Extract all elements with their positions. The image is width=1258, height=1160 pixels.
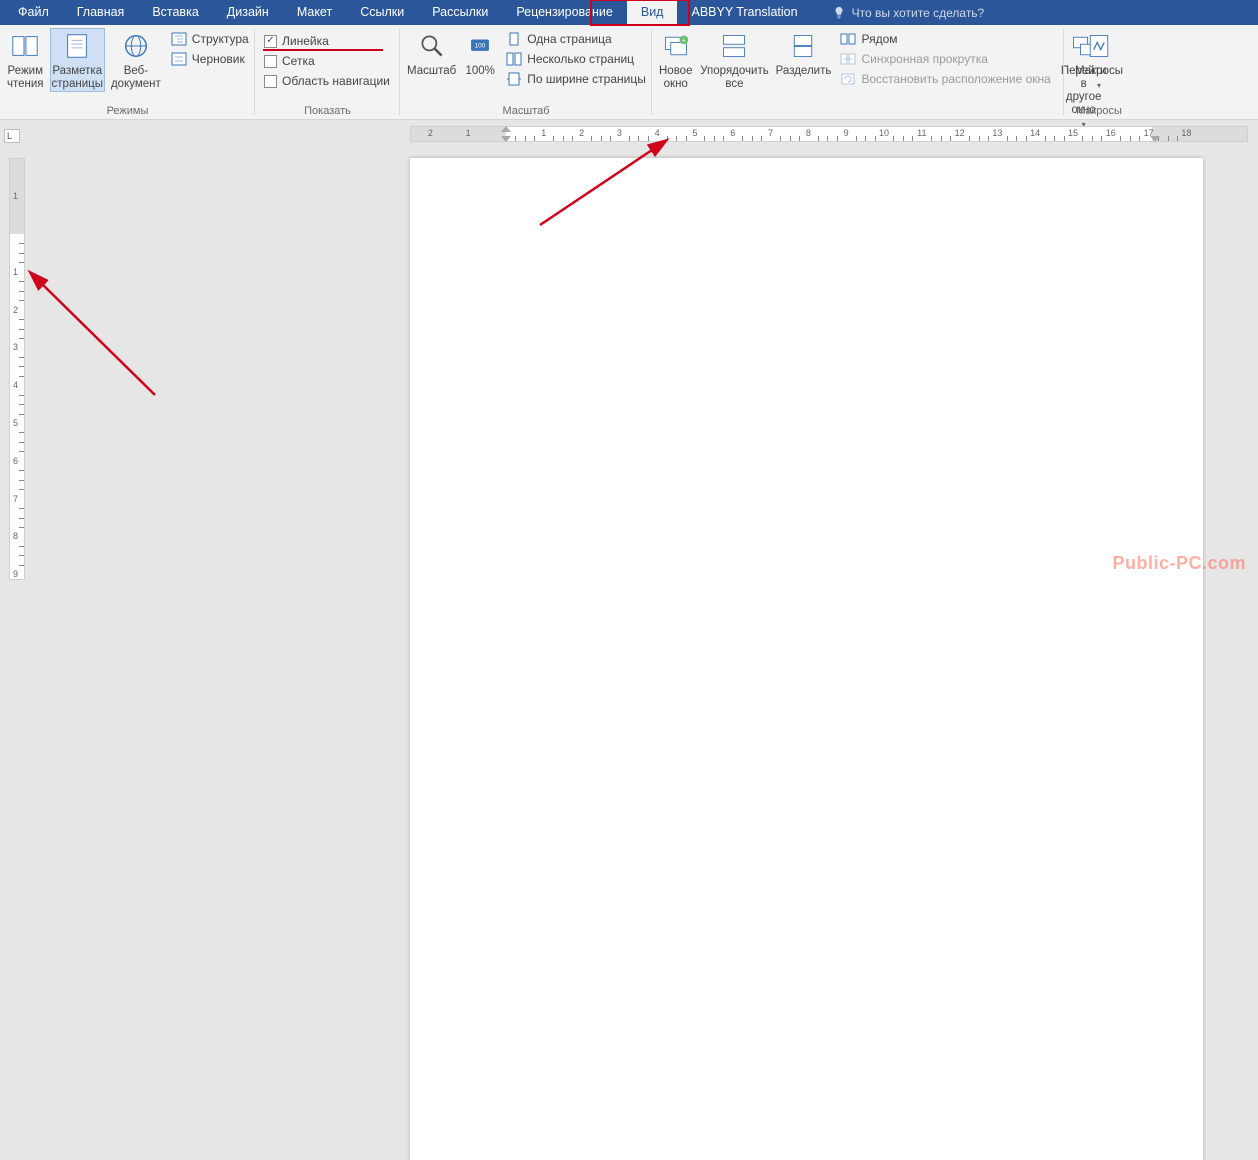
print-layout-icon [61,30,93,62]
tab-home[interactable]: Главная [63,0,139,25]
vertical-ruler[interactable]: 1123456789 [9,158,25,580]
group-zoom-label: Масштаб [405,103,647,119]
btn-arrange-all[interactable]: Упорядочить все [698,28,770,91]
page-width-icon [506,72,522,86]
reset-window-icon [840,72,856,86]
btn-macros[interactable]: Макросы ▾ [1069,28,1129,92]
tab-mailings[interactable]: Рассылки [418,0,502,25]
tell-me-placeholder: Что вы хотите сделать? [852,6,985,20]
side-by-side-icon [840,32,856,46]
group-macros-label: Макросы [1069,103,1129,119]
btn-web-layout[interactable]: Веб- документ [109,28,163,91]
btn-reading-mode[interactable]: Режим чтения [5,28,46,91]
btn-one-page[interactable]: Одна страница [502,30,650,48]
hanging-indent-marker[interactable] [501,136,511,142]
draft-icon [171,52,187,66]
btn-zoom-100[interactable]: 100 100% [462,28,498,78]
btn-draft[interactable]: Черновик [167,50,253,68]
zoom-100-icon: 100 [464,30,496,62]
btn-new-window[interactable]: + Новое окно [657,28,694,91]
outline-icon [171,32,187,46]
group-macros: Макросы ▾ Макросы [1064,25,1134,119]
chevron-down-icon: ▾ [1097,79,1101,92]
group-zoom: Масштаб 100 100% Одна страница Несколько… [400,25,652,119]
one-page-icon [506,32,522,46]
tab-file[interactable]: Файл [4,0,63,25]
tab-insert[interactable]: Вставка [138,0,212,25]
chk-ruler[interactable]: ✓ Линейка [260,32,394,50]
watermark: Public-PC.com [1112,553,1246,574]
tab-layout[interactable]: Макет [283,0,346,25]
tab-design[interactable]: Дизайн [213,0,283,25]
bulb-icon [832,6,846,20]
group-views-label: Режимы [5,103,250,119]
group-views: Режим чтения Разметка страницы Веб- доку… [0,25,255,119]
chk-gridlines[interactable]: Сетка [260,52,394,70]
magnifier-icon [416,30,448,62]
btn-reset-window: Восстановить расположение окна [836,70,1054,88]
new-window-icon: + [660,30,692,62]
svg-text:100: 100 [475,43,486,50]
sync-scroll-icon [840,52,856,66]
chk-nav-pane[interactable]: Область навигации [260,72,394,90]
tab-view[interactable]: Вид [627,0,678,25]
first-line-indent-marker[interactable] [501,126,511,132]
macros-icon [1083,30,1115,62]
horizontal-ruler[interactable]: 21123456789101112131415161718 [410,126,1248,142]
menu-bar: Файл Главная Вставка Дизайн Макет Ссылки… [0,0,1258,25]
group-show-label: Показать [260,103,395,119]
btn-sync-scroll: Синхронная прокрутка [836,50,1054,68]
tab-review[interactable]: Рецензирование [502,0,627,25]
tab-abbyy[interactable]: ABBYY Translation [677,0,811,25]
btn-print-layout[interactable]: Разметка страницы [50,28,105,92]
btn-split[interactable]: Разделить [774,28,832,78]
btn-zoom[interactable]: Масштаб [405,28,458,78]
group-window: + Новое окно Упорядочить все Разделить [652,25,1064,119]
btn-side-by-side[interactable]: Рядом [836,30,1054,48]
split-icon [787,30,819,62]
document-page[interactable] [410,158,1203,1160]
btn-multi-page[interactable]: Несколько страниц [502,50,650,68]
tell-me-search[interactable]: Что вы хотите сделать? [812,0,985,25]
right-indent-marker[interactable] [1150,136,1160,142]
tab-references[interactable]: Ссылки [346,0,418,25]
arrange-all-icon [718,30,750,62]
reading-mode-icon [9,30,41,62]
svg-text:+: + [682,38,686,45]
multi-page-icon [506,52,522,66]
btn-outline[interactable]: Структура [167,30,253,48]
ruler-underline-annotation [263,49,383,51]
btn-page-width[interactable]: По ширине страницы [502,70,650,88]
tab-stop-selector[interactable]: L [4,129,20,143]
ribbon-view: Режим чтения Разметка страницы Веб- доку… [0,25,1258,120]
group-show: ✓ Линейка Сетка Область навигации Показа… [255,25,400,119]
web-layout-icon [120,30,152,62]
